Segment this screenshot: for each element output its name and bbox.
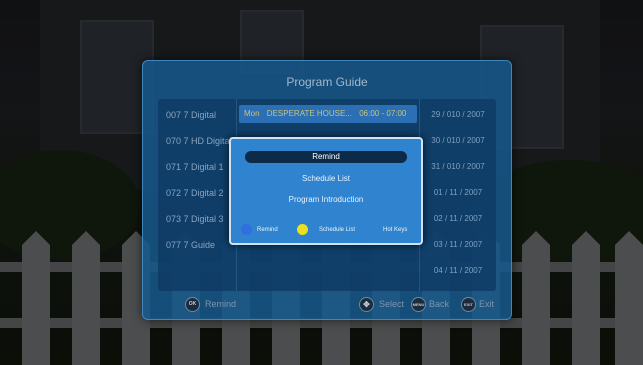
event-day: Mon [244,109,260,118]
select-label[interactable]: Select [379,297,404,311]
event-item-selected[interactable]: Mon DESPERATE HOUSE... 06:00 - 07:00 [239,105,417,123]
date-item[interactable]: 31 / 010 / 2007 [420,157,496,177]
event-name: DESPERATE HOUSE... [266,109,352,118]
channel-item[interactable]: 070 7 HD Digital [166,131,232,151]
date-item[interactable]: 04 / 11 / 2007 [420,261,496,281]
date-item[interactable]: 03 / 11 / 2007 [420,235,496,255]
date-item[interactable]: 02 / 11 / 2007 [420,209,496,229]
blue-key-icon [241,224,252,235]
yellow-key-label[interactable]: Schedule List [319,225,355,235]
date-item[interactable]: 29 / 010 / 2007 [420,105,496,125]
channel-item[interactable]: 071 7 Digital 1 [166,157,224,177]
guide-title: Program Guide [286,75,368,89]
channel-item[interactable]: 077 7 Guide [166,235,215,255]
popup-item-remind[interactable]: Remind [245,151,407,163]
popup-item-schedule-list[interactable]: Schedule List [245,173,407,185]
date-column: 29 / 010 / 2007 30 / 010 / 2007 31 / 010… [420,99,496,291]
back-label[interactable]: Back [429,297,449,311]
channel-column: 007 7 Digital 070 7 HD Digital 071 7 Dig… [158,99,237,291]
yellow-key-icon [297,224,308,235]
event-time: 06:00 - 07:00 [359,109,407,118]
blue-key-label[interactable]: Remind [257,225,278,235]
popup-item-program-introduction[interactable]: Program Introduction [245,194,407,206]
ok-key-label[interactable]: Remind [205,297,236,311]
remind-popup: Remind Schedule List Program Introductio… [229,137,423,245]
hotkeys-label: Hot Keys [383,227,408,233]
guide-footer: OK Remind ✥ Select MENU Back EXIT Exit [143,297,511,315]
date-item[interactable]: 30 / 010 / 2007 [420,131,496,151]
menu-key-icon: MENU [411,297,426,312]
dpad-icon: ✥ [359,297,374,312]
ok-key-icon: OK [185,297,200,312]
exit-key-icon: EXIT [461,297,476,312]
channel-item[interactable]: 072 7 Digital 2 [166,183,224,203]
date-item[interactable]: 01 / 11 / 2007 [420,183,496,203]
exit-label[interactable]: Exit [479,297,494,311]
channel-item[interactable]: 007 7 Digital [166,105,216,125]
channel-item[interactable]: 073 7 Digital 3 [166,209,224,229]
